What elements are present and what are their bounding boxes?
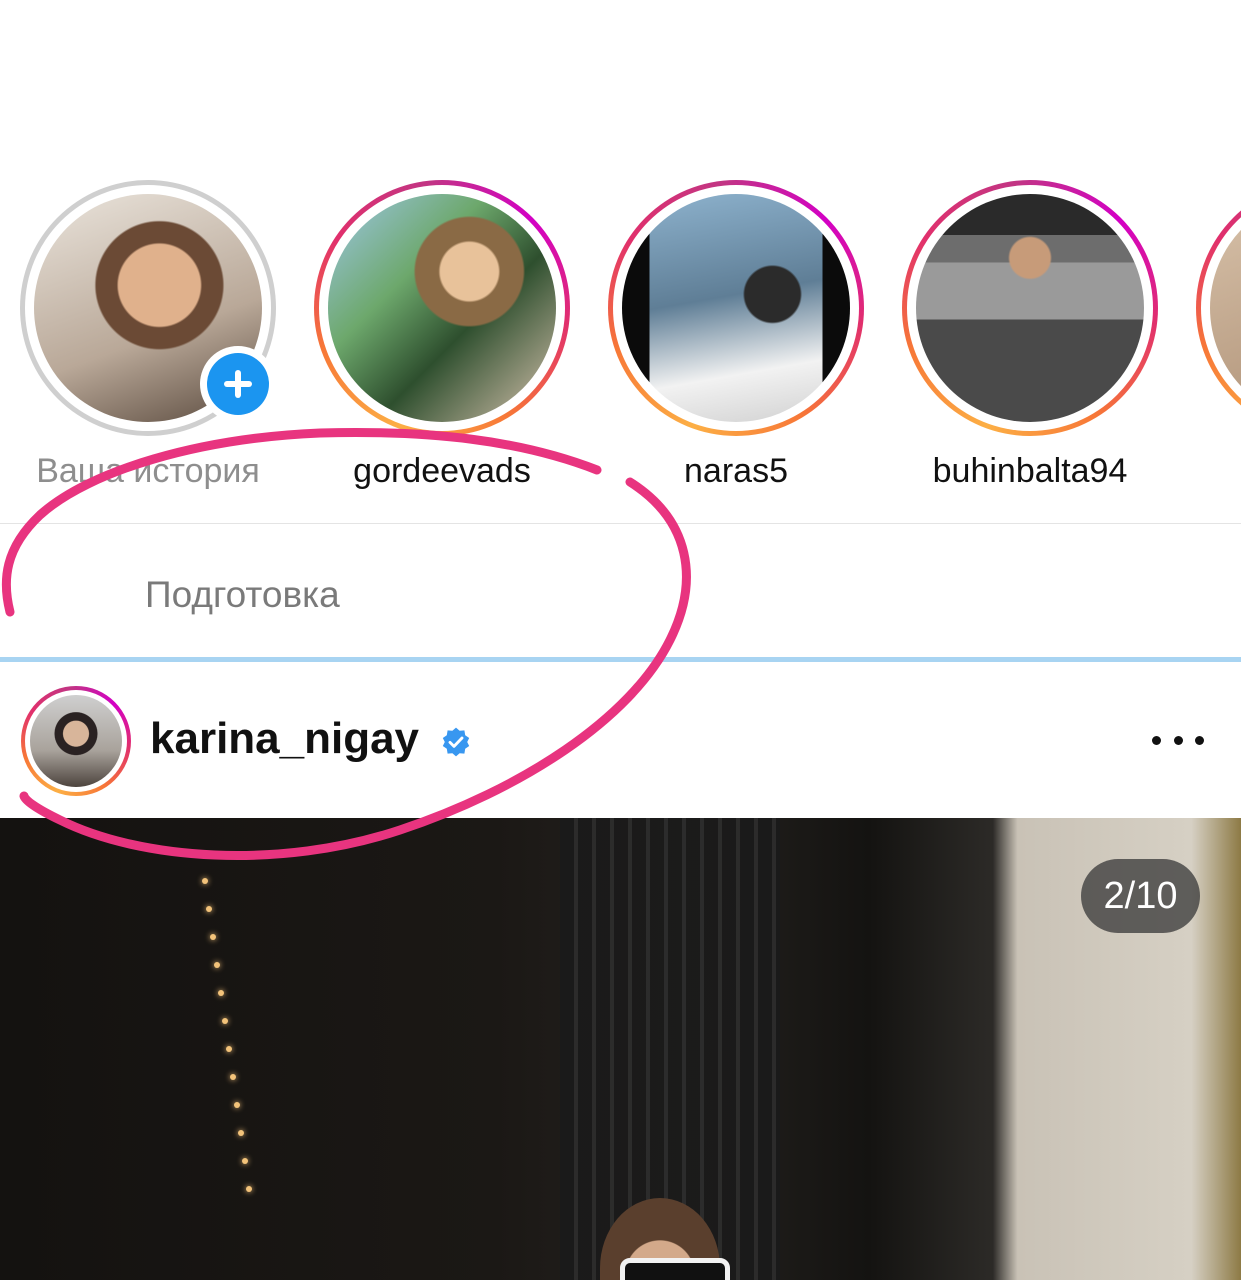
more-horizontal-icon[interactable] (1148, 720, 1208, 760)
avatar (622, 194, 850, 422)
story-buhinbalta94[interactable]: buhinbalta94 (902, 180, 1158, 500)
feed-screen: Ваша история gordeevads naras5 buhinbalt… (0, 0, 1241, 1280)
post-header: karina_nigay (0, 662, 1241, 818)
stories-tray: Ваша история gordeevads naras5 buhinbalt… (0, 0, 1241, 523)
story-username: naras5 (684, 452, 788, 490)
story-username: buhinbalta94 (932, 452, 1128, 490)
avatar (30, 695, 122, 787)
post-author-username[interactable]: karina_nigay (150, 714, 419, 764)
story-naras5[interactable]: naras5 (608, 180, 864, 500)
upload-status-bar: Подготовка (0, 524, 1241, 657)
story-partial[interactable] (1196, 180, 1241, 500)
post-author-avatar[interactable] (21, 686, 131, 796)
upload-status-text: Подготовка (145, 574, 340, 615)
verified-badge-icon (442, 727, 470, 757)
add-story-button[interactable] (200, 346, 276, 422)
avatar (916, 194, 1144, 422)
story-username: gordeevads (353, 452, 531, 490)
avatar (328, 194, 556, 422)
post-photo[interactable] (0, 818, 1241, 1280)
story-own[interactable]: Ваша история (20, 180, 276, 500)
plus-icon (207, 353, 269, 415)
story-gordeevads[interactable]: gordeevads (314, 180, 570, 500)
story-username: Ваша история (36, 452, 260, 490)
carousel-counter: 2/10 (1081, 859, 1200, 933)
